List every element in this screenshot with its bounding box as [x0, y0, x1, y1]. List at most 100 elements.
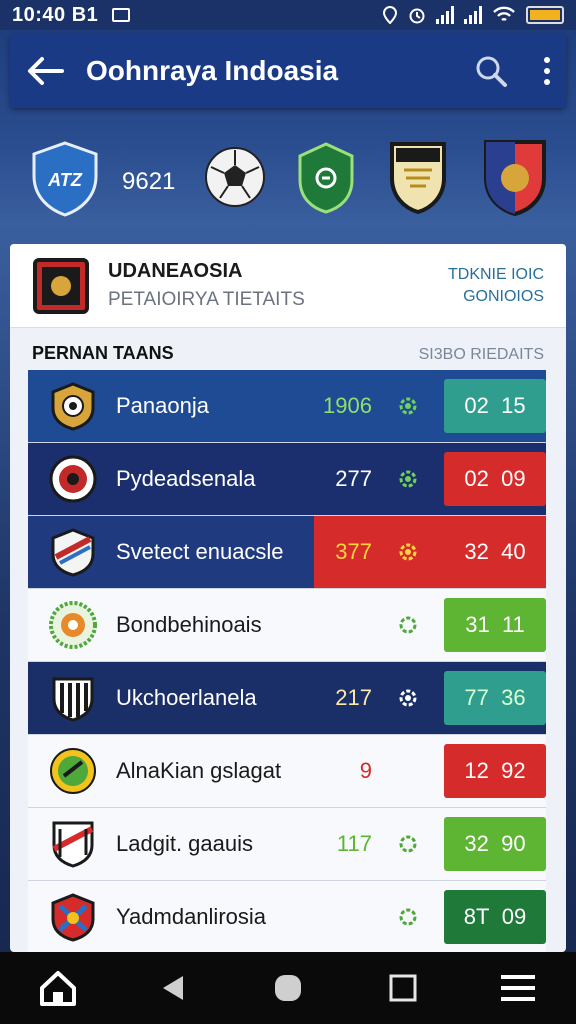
team-name: Pydeadsenala	[116, 466, 256, 491]
nav-home-icon[interactable]	[263, 963, 313, 1013]
status-time: 10:40 B1	[12, 3, 99, 26]
bottom-nav-bar	[0, 952, 576, 1024]
more-vert-icon[interactable]	[544, 57, 550, 85]
league-header-card[interactable]: UDANEAOSIA PETAIOIRYA TIETAITS TDKNIE IO…	[10, 244, 566, 328]
score-b: 11	[501, 612, 525, 637]
back-arrow-icon[interactable]	[26, 56, 64, 86]
league-meta-line2: GONIOIOS	[463, 287, 544, 305]
list-item[interactable]: Panaonja 1906 02 15	[28, 370, 546, 443]
home-icon[interactable]	[33, 963, 83, 1013]
crest-row: ATZ 9621	[0, 132, 576, 228]
gear-icon[interactable]	[394, 392, 422, 420]
score-b: 15	[501, 393, 526, 418]
score-a: 02	[464, 466, 489, 491]
score-badge: 8T 09	[444, 890, 546, 944]
team-points: 377	[335, 539, 372, 564]
team-crest-icon	[48, 381, 98, 431]
section-link[interactable]: SI3BO RIEDAITS	[419, 346, 544, 364]
gear-icon[interactable]	[394, 903, 422, 931]
team-name: Bondbehinoais	[116, 612, 262, 637]
gear-icon[interactable]	[394, 684, 422, 712]
app-bar: Oohnraya Indoasia	[10, 34, 566, 108]
status-icons	[382, 6, 564, 24]
team-crest-icon	[48, 673, 98, 723]
list-item[interactable]: Svetect enuacsle 377 32 40	[28, 516, 546, 589]
team-crest-icon	[48, 819, 98, 869]
alarm-icon	[409, 8, 425, 24]
list-item[interactable]: Ladgit. gaauis 117 32 90	[28, 808, 546, 881]
league-meta-line1: TDKNIE IOIC	[447, 265, 544, 283]
signal-icon	[436, 6, 454, 24]
score-a: 8T	[463, 904, 490, 929]
soccer-ball-icon[interactable]	[204, 146, 266, 208]
team-name: Panaonja	[116, 393, 209, 418]
team-crest-red-icon[interactable]	[482, 138, 548, 218]
score-a: 32	[464, 539, 489, 564]
team-name: Ladgit. gaauis	[116, 831, 253, 856]
score-a: 77	[464, 685, 489, 710]
list-item[interactable]: Ukchoerlanela 217 77 36	[28, 662, 546, 735]
team-crest-icon	[48, 746, 98, 796]
league-title: UDANEAOSIA	[108, 260, 243, 282]
score-b: 36	[501, 685, 526, 710]
team-crest-green-icon[interactable]	[296, 142, 356, 214]
team-crest-icon	[48, 600, 98, 650]
score-badge: 32 40	[444, 525, 546, 579]
team-points: 217	[335, 685, 372, 710]
location-icon	[382, 6, 398, 24]
gear-icon[interactable]	[394, 830, 422, 858]
list-item[interactable]: Pydeadsenala 277 02 09	[28, 443, 546, 516]
gear-icon[interactable]	[394, 611, 422, 639]
wifi-icon	[493, 6, 515, 22]
battery-icon	[526, 6, 564, 24]
standings-list: Panaonja 1906 02 15 Pydeadsenala 277 02 …	[28, 370, 546, 954]
score-badge: 31 11	[444, 598, 546, 652]
team-points: 117	[336, 831, 372, 856]
league-subtitle: PETAIOIRYA TIETAITS	[108, 289, 305, 310]
team-points: 277	[335, 466, 372, 491]
crest-row-number: 9621	[122, 168, 176, 195]
score-b: 40	[501, 539, 526, 564]
list-item[interactable]: AlnaKian gslagat 9 12 92	[28, 735, 546, 808]
team-crest-icon	[48, 454, 98, 504]
gear-icon[interactable]	[394, 465, 422, 493]
score-badge: 02 15	[444, 379, 546, 433]
score-badge: 32 90	[444, 817, 546, 871]
gear-icon[interactable]	[394, 757, 422, 785]
team-crest-icon	[48, 892, 98, 942]
nav-recents-icon[interactable]	[378, 963, 428, 1013]
team-crest-shield-icon[interactable]: ATZ	[30, 140, 100, 218]
score-badge: 12 92	[444, 744, 546, 798]
gear-icon[interactable]	[394, 538, 422, 566]
search-icon[interactable]	[474, 54, 508, 88]
notification-icon	[112, 8, 131, 22]
league-crest-icon	[33, 257, 89, 314]
list-item[interactable]: Yadmdanlirosia 8T 09	[28, 881, 546, 954]
team-name: Ukchoerlanela	[116, 685, 257, 710]
team-points: 9	[359, 758, 372, 783]
team-crest-gold-icon[interactable]	[388, 140, 448, 216]
team-name: AlnaKian gslagat	[116, 758, 282, 783]
score-a: 12	[464, 758, 489, 783]
score-b: 92	[501, 758, 526, 783]
team-crest-icon	[48, 527, 98, 577]
signal-2-icon	[464, 6, 482, 24]
menu-icon[interactable]	[493, 963, 543, 1013]
score-badge: 77 36	[444, 671, 546, 725]
score-b: 09	[501, 466, 526, 491]
score-a: 02	[464, 393, 489, 418]
list-item[interactable]: Bondbehinoais 31 11	[28, 589, 546, 662]
league-meta[interactable]: TDKNIE IOIC GONIOIOS	[448, 264, 544, 308]
page-title: Oohnraya Indoasia	[86, 55, 339, 86]
score-a: 31	[465, 612, 490, 637]
team-points: 1906	[323, 393, 372, 418]
status-bar: 10:40 B1	[0, 0, 576, 30]
section-title: PERNAN TAANS	[32, 343, 174, 363]
team-name: Yadmdanlirosia	[116, 904, 267, 929]
nav-back-icon[interactable]	[148, 963, 198, 1013]
score-b: 90	[501, 831, 526, 856]
section-header: PERNAN TAANS SI3BO RIEDAITS	[10, 328, 566, 372]
score-badge: 02 09	[444, 452, 546, 506]
score-a: 32	[464, 831, 489, 856]
svg-text:ATZ: ATZ	[47, 170, 83, 190]
